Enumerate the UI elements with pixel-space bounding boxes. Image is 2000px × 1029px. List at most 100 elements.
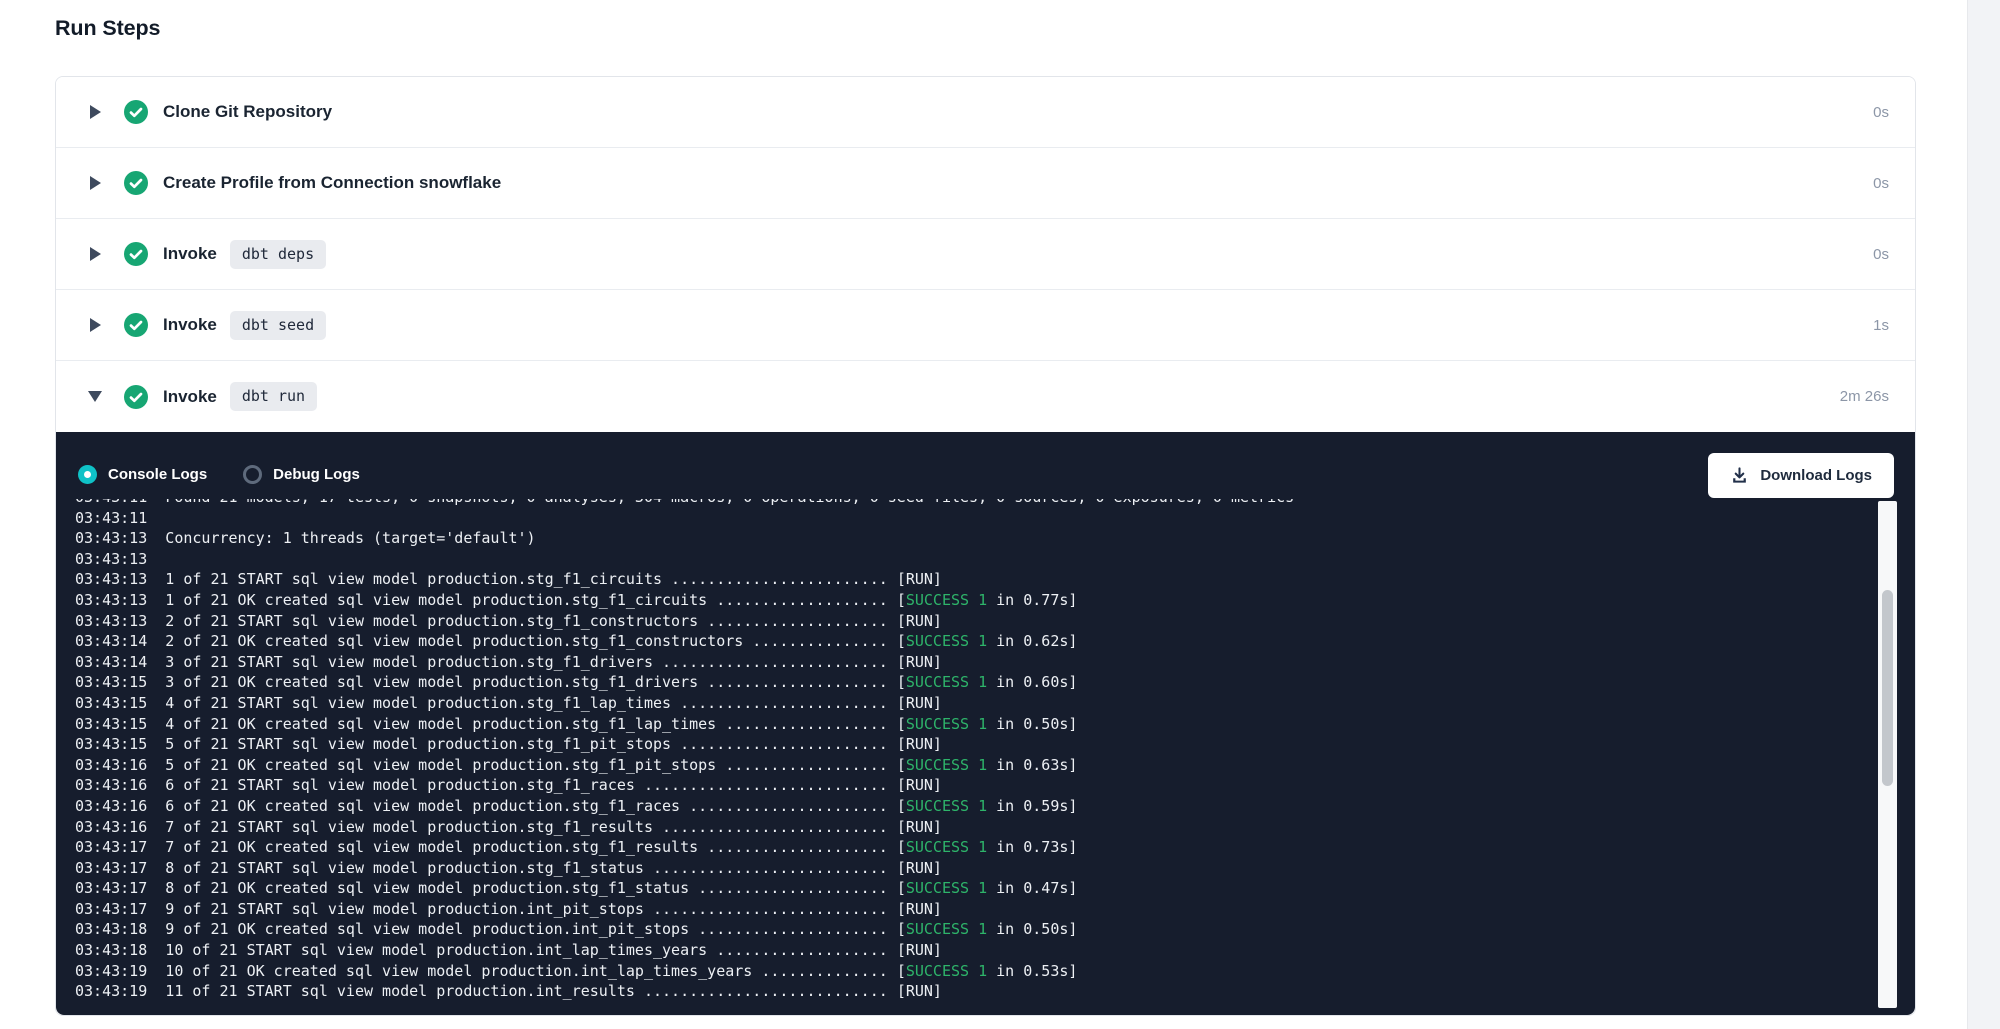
- log-status-success: SUCCESS 1: [906, 962, 987, 980]
- caret-triangle: [90, 176, 101, 190]
- log-timestamp: 03:43:15: [75, 673, 147, 691]
- log-line: 03:43:17 8 of 21 START sql view model pr…: [75, 858, 1805, 879]
- run-step-row[interactable]: Invokedbt deps0s: [56, 219, 1915, 290]
- log-line: 03:43:17 9 of 21 START sql view model pr…: [75, 899, 1805, 920]
- radio-button-icon[interactable]: [243, 465, 262, 484]
- log-timestamp: 03:43:16: [75, 797, 147, 815]
- step-duration: 2m 26s: [1840, 388, 1889, 405]
- log-message: 9 of 21 START sql view model production.…: [147, 900, 897, 918]
- log-status-open-bracket: [: [897, 920, 906, 938]
- log-status-run: [RUN]: [897, 941, 942, 959]
- log-message: 5 of 21 START sql view model production.…: [147, 735, 897, 753]
- step-success-check-icon: [124, 242, 148, 266]
- log-timestamp: 03:43:13: [75, 529, 147, 547]
- log-timestamp: 03:43:11: [75, 499, 147, 506]
- caret-triangle: [90, 105, 101, 119]
- step-label: Invoke: [163, 315, 217, 335]
- log-message: 6 of 21 START sql view model production.…: [147, 776, 897, 794]
- log-status-run: [RUN]: [897, 653, 942, 671]
- log-message: 10 of 21 START sql view model production…: [147, 941, 897, 959]
- log-timestamp: 03:43:18: [75, 941, 147, 959]
- console-log-panel: Console Logs Debug Logs Download Logs 03:…: [56, 432, 1915, 1015]
- log-status-elapsed: in 0.47s]: [987, 879, 1077, 897]
- log-message: 11 of 21 START sql view model production…: [147, 982, 897, 1000]
- step-label: Invoke: [163, 244, 217, 264]
- log-timestamp: 03:43:16: [75, 776, 147, 794]
- log-status-success: SUCCESS 1: [906, 673, 987, 691]
- log-timestamp: 03:43:17: [75, 838, 147, 856]
- log-status-open-bracket: [: [897, 715, 906, 733]
- log-message: 1 of 21 OK created sql view model produc…: [147, 591, 897, 609]
- log-timestamp: 03:43:15: [75, 715, 147, 733]
- log-message: 5 of 21 OK created sql view model produc…: [147, 756, 897, 774]
- log-status-success: SUCCESS 1: [906, 797, 987, 815]
- log-timestamp: 03:43:16: [75, 756, 147, 774]
- log-status-open-bracket: [: [897, 756, 906, 774]
- log-message: [147, 509, 165, 527]
- log-message: 1 of 21 START sql view model production.…: [147, 570, 897, 588]
- chevron-right-icon[interactable]: [88, 176, 102, 190]
- log-status-elapsed: in 0.50s]: [987, 715, 1077, 733]
- log-type-radio-unselected[interactable]: Debug Logs: [243, 465, 360, 484]
- run-step-row[interactable]: Create Profile from Connection snowflake…: [56, 148, 1915, 219]
- log-status-open-bracket: [: [897, 673, 906, 691]
- log-message: 4 of 21 OK created sql view model produc…: [147, 715, 897, 733]
- log-line: 03:43:13 1 of 21 OK created sql view mod…: [75, 590, 1805, 611]
- console-scrollbar-track[interactable]: [1878, 501, 1897, 1008]
- log-status-run: [RUN]: [897, 900, 942, 918]
- log-status-elapsed: in 0.62s]: [987, 632, 1077, 650]
- log-line: 03:43:15 5 of 21 START sql view model pr…: [75, 734, 1805, 755]
- download-logs-button[interactable]: Download Logs: [1708, 453, 1894, 498]
- caret-triangle: [90, 247, 101, 261]
- log-status-open-bracket: [: [897, 632, 906, 650]
- log-line: 03:43:18 10 of 21 START sql view model p…: [75, 940, 1805, 961]
- log-line: 03:43:17 8 of 21 OK created sql view mod…: [75, 878, 1805, 899]
- log-status-open-bracket: [: [897, 962, 906, 980]
- step-command-badge: dbt deps: [230, 240, 326, 269]
- step-command-badge: dbt seed: [230, 311, 326, 340]
- step-command-badge: dbt run: [230, 382, 317, 411]
- page-title: Run Steps: [55, 16, 160, 41]
- console-log-output: 03:43:11 Found 21 models, 17 tests, 0 sn…: [75, 499, 1805, 1007]
- log-line: 03:43:16 6 of 21 START sql view model pr…: [75, 775, 1805, 796]
- chevron-right-icon[interactable]: [88, 247, 102, 261]
- log-line: 03:43:16 7 of 21 START sql view model pr…: [75, 817, 1805, 838]
- chevron-down-icon[interactable]: [88, 391, 102, 402]
- log-status-success: SUCCESS 1: [906, 879, 987, 897]
- log-timestamp: 03:43:19: [75, 962, 147, 980]
- log-message: Concurrency: 1 threads (target='default'…: [147, 529, 535, 547]
- log-status-elapsed: in 0.77s]: [987, 591, 1077, 609]
- chevron-right-icon[interactable]: [88, 318, 102, 332]
- log-timestamp: 03:43:15: [75, 735, 147, 753]
- log-line: 03:43:13 2 of 21 START sql view model pr…: [75, 611, 1805, 632]
- log-type-radio-selected[interactable]: Console Logs: [78, 465, 207, 484]
- log-status-success: SUCCESS 1: [906, 838, 987, 856]
- chevron-right-icon[interactable]: [88, 105, 102, 119]
- download-icon: [1730, 466, 1749, 485]
- step-label: Clone Git Repository: [163, 102, 332, 122]
- log-status-success: SUCCESS 1: [906, 632, 987, 650]
- run-step-row[interactable]: Invokedbt seed1s: [56, 290, 1915, 361]
- log-timestamp: 03:43:13: [75, 612, 147, 630]
- log-timestamp: 03:43:18: [75, 920, 147, 938]
- log-timestamp: 03:43:13: [75, 570, 147, 588]
- console-scrollbar-thumb[interactable]: [1882, 590, 1893, 786]
- step-success-check-icon: [124, 385, 148, 409]
- log-status-run: [RUN]: [897, 694, 942, 712]
- log-message: 2 of 21 OK created sql view model produc…: [147, 632, 897, 650]
- log-line: 03:43:15 3 of 21 OK created sql view mod…: [75, 672, 1805, 693]
- run-step-row[interactable]: Clone Git Repository0s: [56, 77, 1915, 148]
- log-status-run: [RUN]: [897, 735, 942, 753]
- log-timestamp: 03:43:13: [75, 550, 147, 568]
- log-type-radio-group: Console Logs Debug Logs: [78, 465, 360, 484]
- log-type-label: Debug Logs: [273, 466, 360, 483]
- log-line: 03:43:14 3 of 21 START sql view model pr…: [75, 652, 1805, 673]
- caret-triangle: [88, 391, 102, 402]
- log-timestamp: 03:43:11: [75, 509, 147, 527]
- radio-button-icon[interactable]: [78, 465, 97, 484]
- run-step-row[interactable]: Invokedbt run2m 26s: [56, 361, 1915, 432]
- log-message: 9 of 21 OK created sql view model produc…: [147, 920, 897, 938]
- log-message: 2 of 21 START sql view model production.…: [147, 612, 897, 630]
- log-status-elapsed: in 0.63s]: [987, 756, 1077, 774]
- right-panel-gutter: [1967, 0, 2000, 1029]
